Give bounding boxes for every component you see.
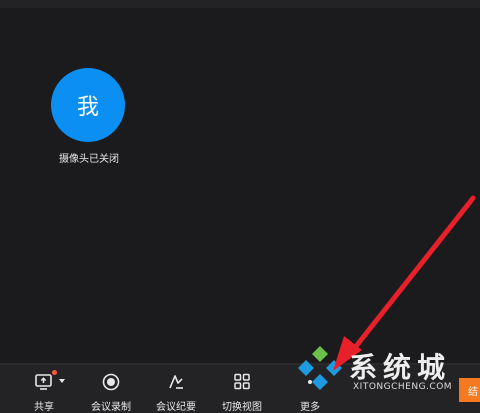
share-button[interactable]: 共享 — [14, 365, 74, 413]
grid-view-icon — [232, 373, 252, 391]
watermark-brand: 系统城 — [349, 351, 452, 384]
share-label: 共享 — [34, 402, 54, 413]
record-label: 会议录制 — [91, 402, 131, 413]
watermark-url: XITONGCHENG.COM — [353, 382, 453, 392]
more-label: 更多 — [300, 402, 320, 413]
switch-view-button[interactable]: 切换视图 — [212, 365, 272, 413]
window-top-bar — [0, 0, 480, 8]
meeting-notes-button[interactable]: 会议纪要 — [146, 365, 206, 413]
more-icon — [300, 373, 320, 391]
user-avatar: 我 — [51, 68, 125, 142]
ai-notes-icon — [166, 373, 186, 391]
end-meeting-tab-label: 结 — [468, 386, 478, 398]
record-button[interactable]: 会议录制 — [81, 365, 141, 413]
share-notification-dot — [52, 370, 57, 375]
avatar-text: 我 — [76, 95, 99, 120]
screen-share-icon — [34, 370, 65, 391]
chevron-down-icon[interactable] — [59, 379, 65, 383]
more-button[interactable]: 更多 — [280, 365, 340, 413]
switch-view-label: 切换视图 — [222, 402, 262, 413]
end-meeting-tab[interactable]: 结 — [459, 378, 480, 402]
video-area — [0, 8, 480, 363]
meeting-notes-label: 会议纪要 — [156, 402, 196, 413]
camera-off-label: 摄像头已关闭 — [59, 154, 119, 165]
record-icon — [101, 373, 121, 391]
